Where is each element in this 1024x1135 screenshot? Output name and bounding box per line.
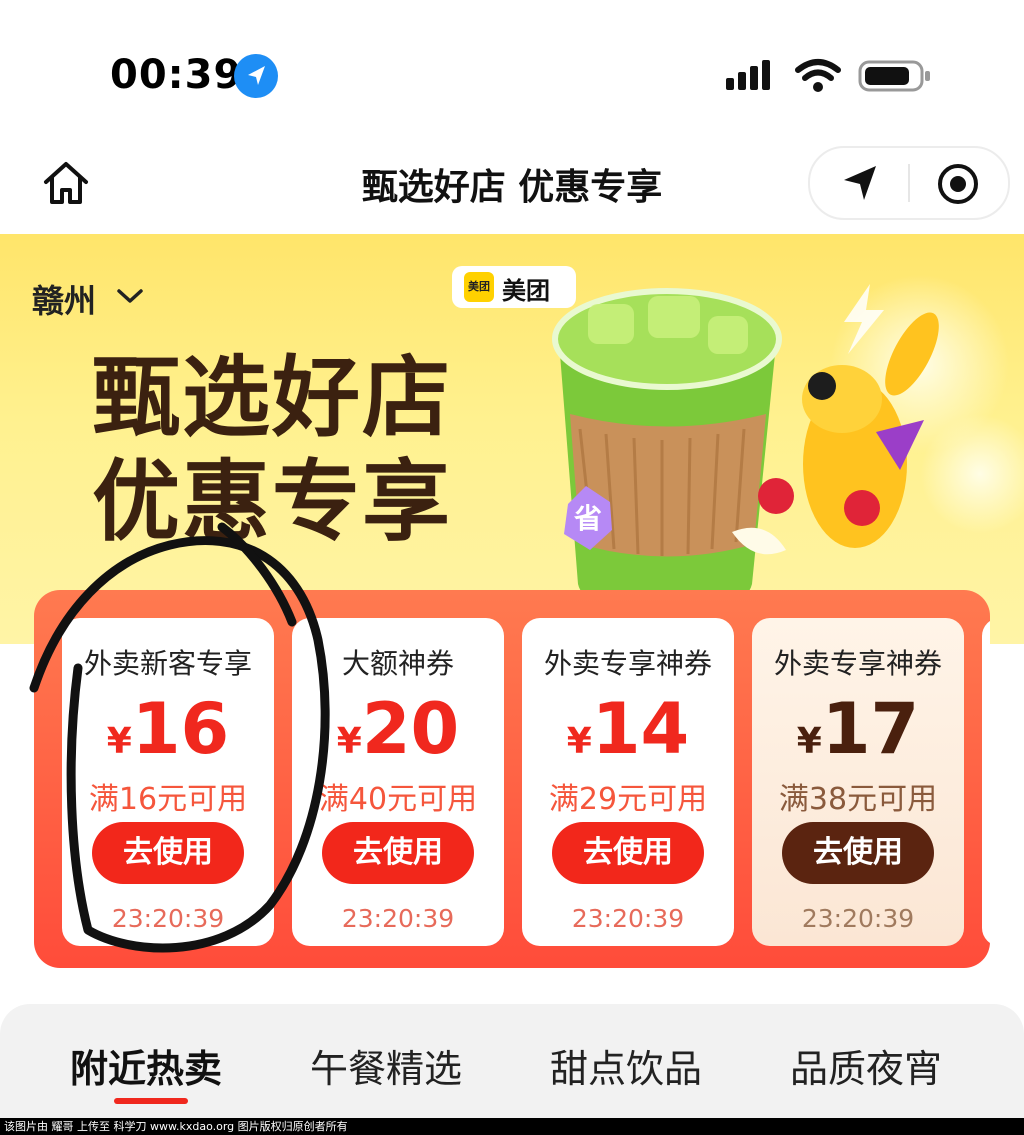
currency-symbol: ¥	[796, 721, 822, 762]
coupon-title: 外卖新客专享	[83, 647, 252, 680]
chevron-down-icon[interactable]	[116, 286, 144, 306]
capsule-divider	[908, 164, 910, 202]
currency-symbol: ¥	[336, 721, 362, 762]
currency-symbol: ¥	[106, 721, 132, 762]
coupon-value: 16	[131, 688, 230, 770]
watermark-footer: 该图片由 耀哥 上传至 科学刀 www.kxdao.org 图片版权归原创者所有	[0, 1118, 1024, 1135]
wifi-icon	[795, 59, 841, 92]
battery-icon	[858, 60, 930, 92]
use-coupon-button[interactable]: 去使用	[782, 822, 934, 884]
coupon-card[interactable]: 外卖新客专享 ¥16 满16元可用 去使用 23:20:39	[62, 618, 274, 946]
status-bar: 00:39	[0, 0, 1024, 150]
coupon-title: 大额神券	[341, 647, 454, 680]
hero-title-line2: 优惠专享	[92, 450, 453, 553]
coupon-amount: ¥17	[752, 688, 964, 770]
use-coupon-button[interactable]: 去使用	[322, 822, 474, 884]
navigation-bar: 甄选好店 优惠专享	[0, 146, 1024, 234]
coupon-countdown: 23:20:39	[341, 904, 455, 933]
active-tab-indicator	[114, 1098, 188, 1104]
drink-illustration: 省	[552, 284, 939, 614]
hero-title: 甄选好店 优惠专享	[92, 346, 452, 554]
status-time: 00:39	[110, 52, 243, 98]
tab-nearby-hot[interactable]: 附近热卖	[70, 1038, 222, 1093]
coupon-card-partial[interactable]	[982, 618, 990, 946]
coupon-countdown: 23:20:39	[801, 904, 915, 933]
coupon-condition: 满40元可用	[318, 782, 478, 817]
coupon-condition: 满29元可用	[548, 782, 708, 817]
mini-program-capsule	[808, 146, 1010, 220]
coupon-card[interactable]: 大额神券 ¥20 满40元可用 去使用 23:20:39	[292, 618, 504, 946]
location-services-icon	[234, 54, 278, 98]
use-coupon-button[interactable]: 去使用	[552, 822, 704, 884]
coupon-value: 17	[821, 688, 920, 770]
city-selector[interactable]: 赣州	[32, 276, 96, 322]
currency-symbol: ¥	[566, 721, 592, 762]
cellular-signal-icon	[726, 60, 770, 90]
meituan-logo: 美团	[464, 272, 494, 302]
coupon-condition: 满38元可用	[778, 782, 938, 817]
coupon-value: 14	[591, 688, 690, 770]
coupon-strip: 外卖新客专享 ¥16 满16元可用 去使用 23:20:39 大额神券 ¥20 …	[34, 590, 990, 968]
coupon-amount: ¥14	[522, 688, 734, 770]
location-arrow-icon[interactable]	[838, 160, 884, 206]
coupon-amount: ¥16	[62, 688, 274, 770]
tab-lunch[interactable]: 午餐精选	[310, 1038, 462, 1093]
close-target-icon[interactable]	[936, 162, 980, 206]
save-badge: 省	[574, 502, 602, 535]
coupon-title: 外卖专享神券	[543, 647, 712, 680]
coupon-condition: 满16元可用	[88, 782, 248, 817]
coupon-card[interactable]: 外卖专享神券 ¥14 满29元可用 去使用 23:20:39	[522, 618, 734, 946]
coupon-countdown: 23:20:39	[571, 904, 685, 933]
coupon-amount: ¥20	[292, 688, 504, 770]
tab-dessert-drinks[interactable]: 甜点饮品	[550, 1038, 702, 1093]
coupon-value: 20	[361, 688, 460, 770]
use-coupon-button[interactable]: 去使用	[92, 822, 244, 884]
coupon-card[interactable]: 外卖专享神券 ¥17 满38元可用 去使用 23:20:39	[752, 618, 964, 946]
hero-title-line1: 甄选好店	[92, 346, 453, 449]
tab-late-night[interactable]: 品质夜宵	[790, 1038, 942, 1093]
coupon-title: 外卖专享神券	[773, 647, 942, 680]
coupon-countdown: 23:20:39	[111, 904, 225, 933]
hero-banner[interactable]: 赣州 美团 美团 甄选好店 优惠专享 省	[0, 234, 1024, 644]
